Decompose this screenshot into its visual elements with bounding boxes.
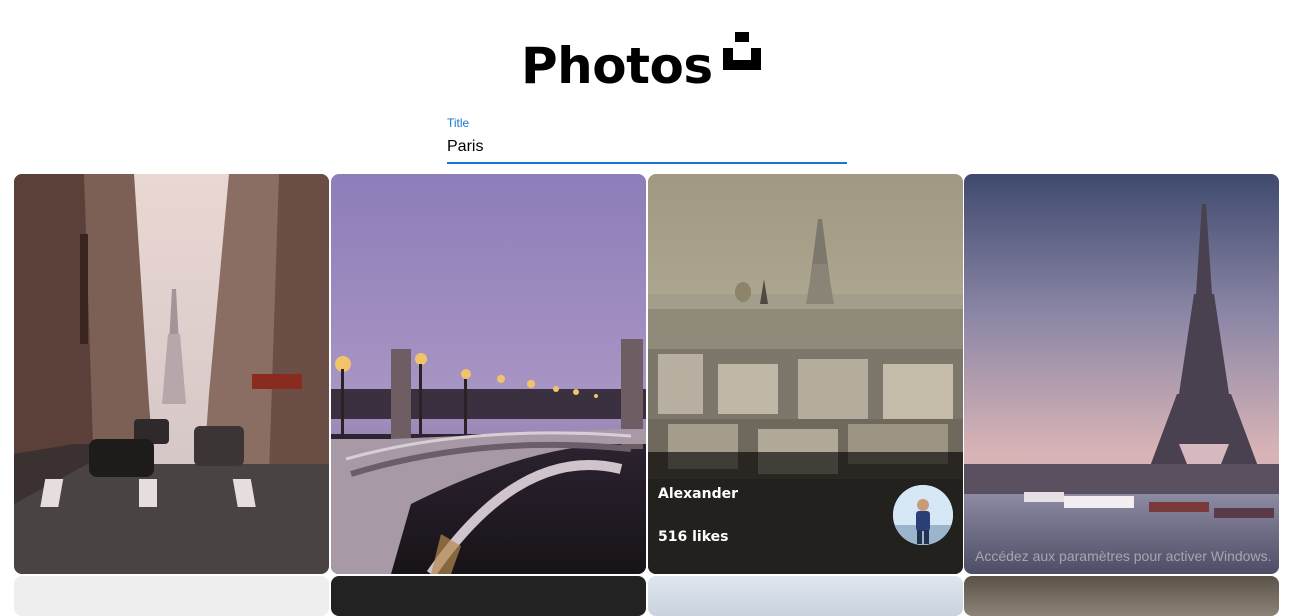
photo-card[interactable]	[964, 174, 1279, 574]
unsplash-logo-icon	[723, 32, 761, 70]
page-title: Photos	[521, 37, 713, 95]
likes-count: 516 likes	[658, 529, 729, 545]
field-underline	[447, 162, 847, 164]
photo-card[interactable]	[14, 576, 329, 616]
photo-grid: Alexander 516 likes	[14, 174, 1279, 616]
photo-info-overlay: Alexander 516 likes	[648, 452, 963, 574]
photo-card[interactable]	[964, 576, 1279, 616]
title-search-field[interactable]: Title	[447, 116, 847, 164]
photo-card[interactable]	[331, 576, 646, 616]
title-search-input[interactable]	[447, 136, 845, 158]
avatar[interactable]	[893, 485, 953, 545]
header: Photos	[0, 28, 1305, 98]
photo-card[interactable]	[14, 174, 329, 574]
photo-card[interactable]	[648, 576, 963, 616]
windows-activation-watermark: Accédez aux paramètres pour activer Wind…	[975, 548, 1272, 564]
author-name: Alexander	[658, 486, 738, 502]
photo-image	[14, 174, 329, 574]
photo-card[interactable]	[331, 174, 646, 574]
photo-image	[964, 174, 1279, 574]
photo-card[interactable]: Alexander 516 likes	[648, 174, 963, 574]
photo-image	[331, 174, 646, 574]
author-avatar-image	[893, 485, 953, 545]
title-field-label: Title	[447, 116, 470, 130]
